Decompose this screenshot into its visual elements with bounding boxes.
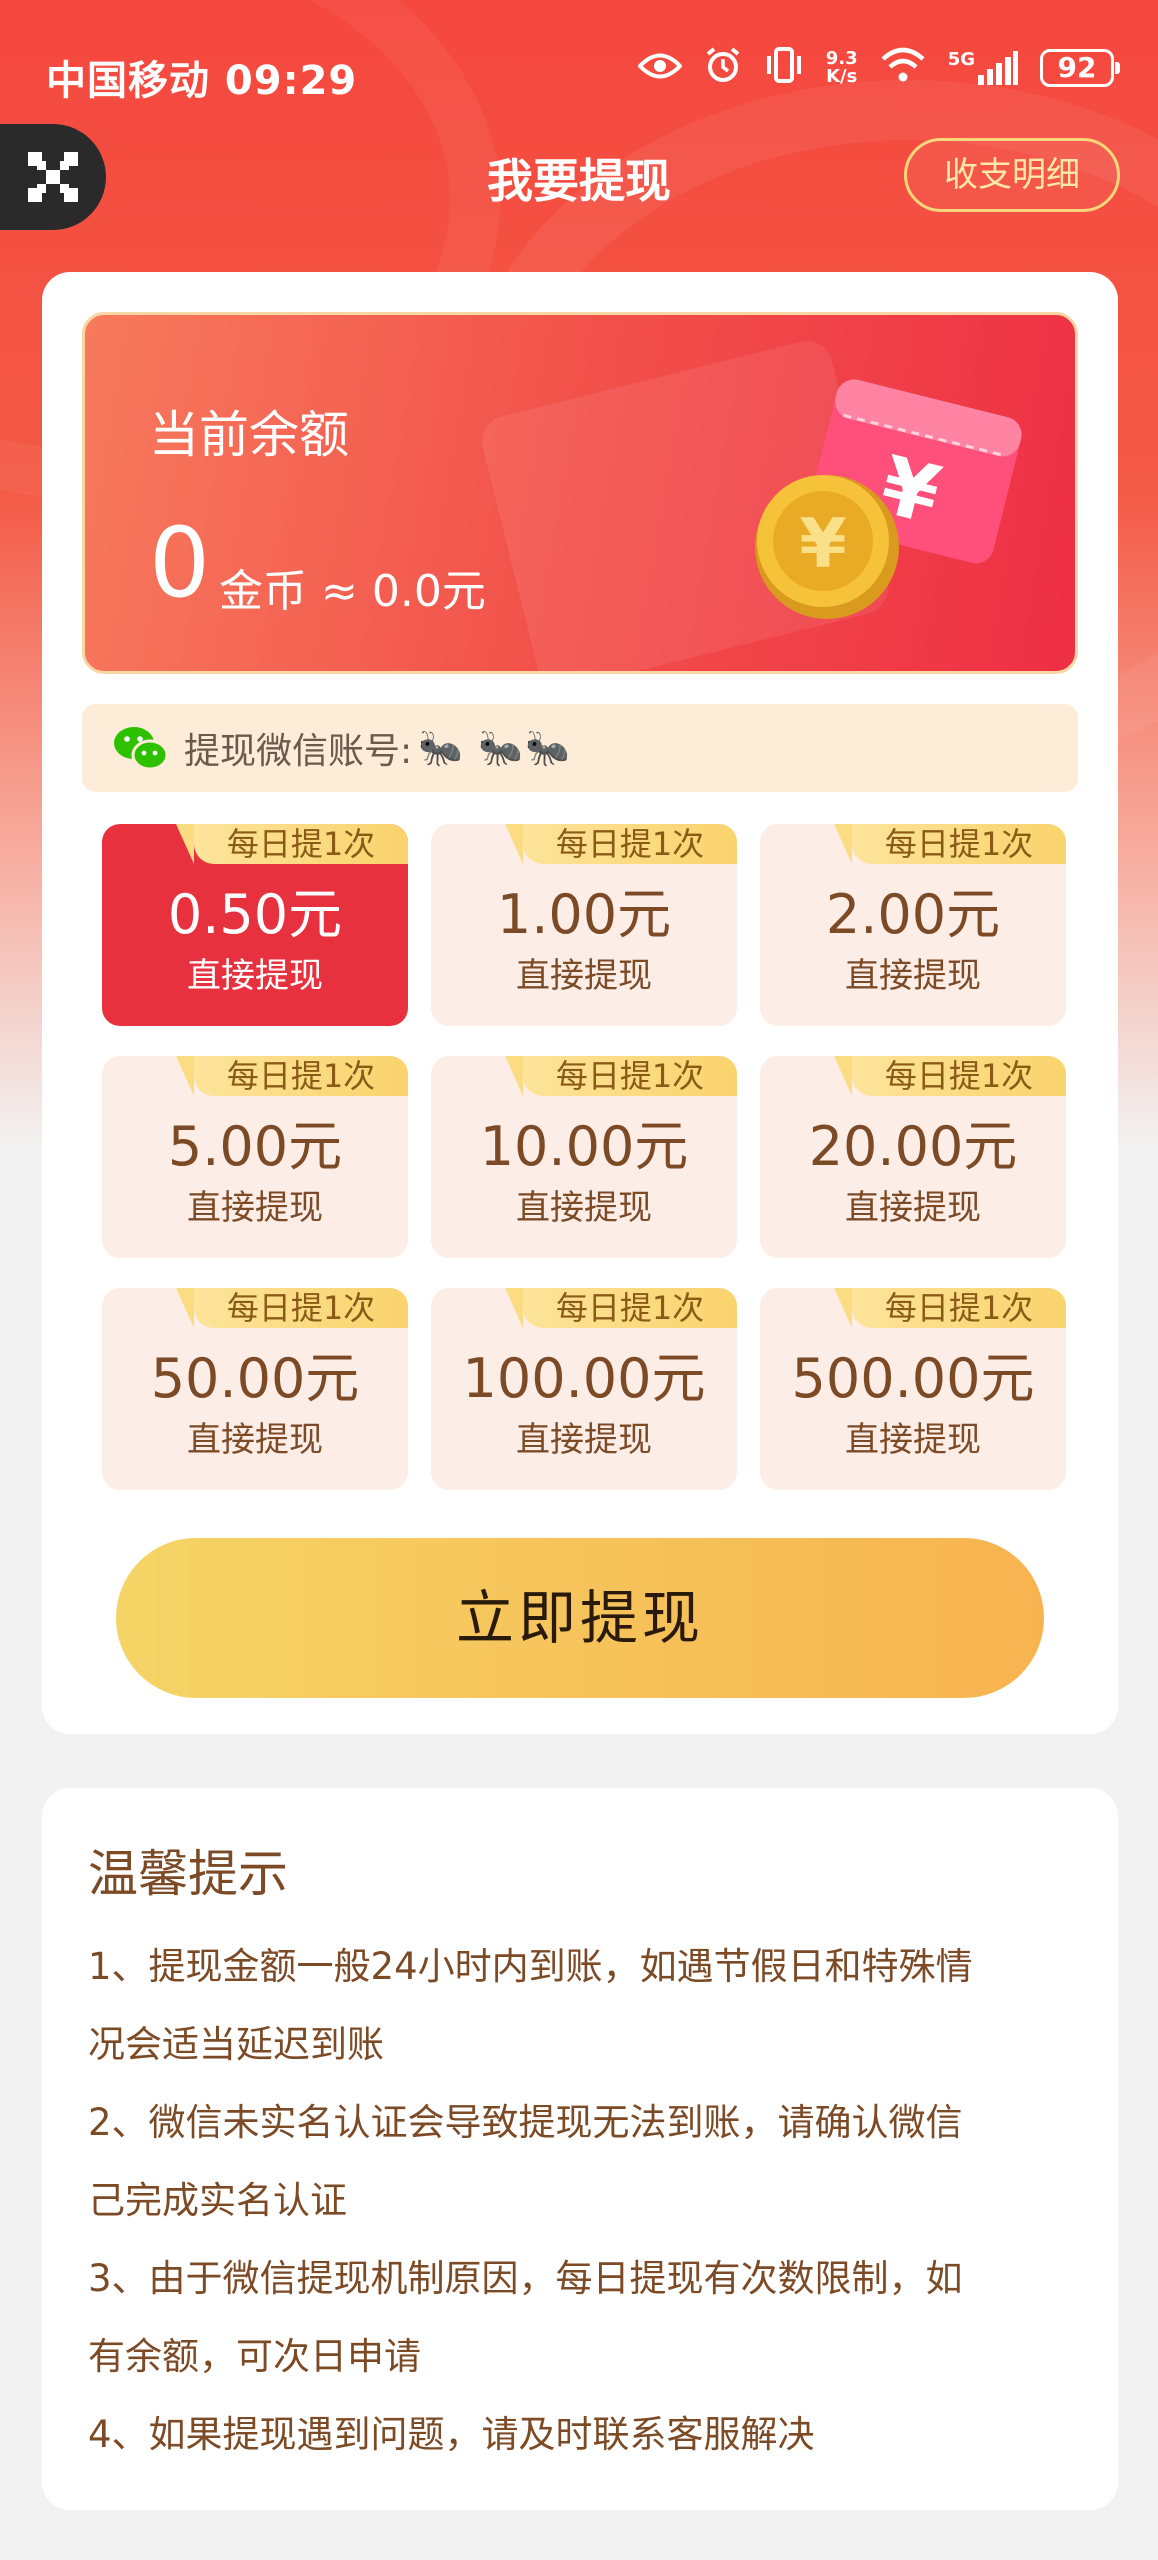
option-subtitle: 直接提现 <box>187 1188 323 1228</box>
tips-title: 温馨提示 <box>88 1845 288 1903</box>
daily-limit-tag: 每日提1次 <box>176 1288 408 1328</box>
daily-limit-tag: 每日提1次 <box>505 1288 737 1328</box>
amount-option[interactable]: 每日提1次 10.00元 直接提现 <box>431 1056 737 1258</box>
tips-card: 温馨提示 1、提现金额一般24小时内到账，如遇节假日和特殊情 况会适当延迟到账 … <box>42 1788 1118 2510</box>
wifi-icon <box>880 47 926 89</box>
balance-label: 当前余额 <box>149 406 349 464</box>
option-amount: 50.00元 <box>150 1347 360 1410</box>
daily-limit-tag: 每日提1次 <box>176 1056 408 1096</box>
option-subtitle: 直接提现 <box>845 956 981 996</box>
withdraw-now-button[interactable]: 立即提现 <box>116 1538 1044 1698</box>
option-amount: 1.00元 <box>496 883 672 946</box>
withdraw-card: 当前余额 0 金币 ≈ 0.0元 ¥ ¥ 提现微信账号: 🐜 🐜🐜 每日提1次 … <box>42 272 1118 1734</box>
daily-limit-tag: 每日提1次 <box>505 824 737 864</box>
wechat-account-label: 提现微信账号: <box>184 731 413 772</box>
amount-option[interactable]: 每日提1次 100.00元 直接提现 <box>431 1288 737 1490</box>
amount-option[interactable]: 每日提1次 0.50元 直接提现 <box>102 824 408 1026</box>
option-subtitle: 直接提现 <box>516 1420 652 1460</box>
balance-unit: 金币 ≈ 0.0元 <box>219 566 486 617</box>
option-subtitle: 直接提现 <box>516 956 652 996</box>
coin-ticket-illustration: ¥ ¥ <box>755 379 1022 619</box>
tip-line: 3、由于微信提现机制原因，每日提现有次数限制，如 <box>88 2257 963 2300</box>
amount-option[interactable]: 每日提1次 5.00元 直接提现 <box>102 1056 408 1258</box>
net-speed: 9.3 K/s <box>826 50 858 86</box>
amount-option[interactable]: 每日提1次 2.00元 直接提现 <box>760 824 1066 1026</box>
amount-option[interactable]: 每日提1次 20.00元 直接提现 <box>760 1056 1066 1258</box>
transaction-details-button[interactable]: 收支明细 <box>904 138 1120 212</box>
status-bar: 中国移动 09:29 9.3 K/s 5G 92 <box>0 0 1158 140</box>
wechat-account-name: 🐜 🐜🐜 <box>418 728 573 769</box>
daily-limit-tag: 每日提1次 <box>834 824 1066 864</box>
option-amount: 2.00元 <box>825 883 1001 946</box>
daily-limit-tag: 每日提1次 <box>834 1056 1066 1096</box>
alarm-icon <box>704 46 742 90</box>
daily-limit-tag: 每日提1次 <box>176 824 408 864</box>
tip-line: 况会适当延迟到账 <box>88 2023 384 2066</box>
vibrate-icon <box>764 46 804 90</box>
wechat-icon <box>114 727 169 771</box>
wechat-account-bar: 提现微信账号: 🐜 🐜🐜 <box>82 704 1078 792</box>
option-amount: 0.50元 <box>167 883 343 946</box>
svg-text:¥: ¥ <box>799 505 846 584</box>
option-amount: 20.00元 <box>808 1115 1018 1178</box>
tip-line: 4、如果提现遇到问题，请及时联系客服解决 <box>88 2413 815 2456</box>
option-amount: 5.00元 <box>167 1115 343 1178</box>
balance-panel: 当前余额 0 金币 ≈ 0.0元 ¥ ¥ <box>82 312 1078 674</box>
tip-line: 有余额，可次日申请 <box>88 2335 421 2378</box>
status-icons: 9.3 K/s 5G 92 <box>637 46 1120 90</box>
option-subtitle: 直接提现 <box>187 1420 323 1460</box>
tips-list: 1、提现金额一般24小时内到账，如遇节假日和特殊情 况会适当延迟到账 2、微信未… <box>88 1928 1088 2474</box>
option-amount: 500.00元 <box>791 1347 1035 1410</box>
daily-limit-tag: 每日提1次 <box>834 1288 1066 1328</box>
balance-amount: 0 <box>149 507 211 619</box>
amount-option[interactable]: 每日提1次 1.00元 直接提现 <box>431 824 737 1026</box>
network-type: 5G <box>947 49 975 70</box>
battery-icon: 92 <box>1040 49 1120 87</box>
option-subtitle: 直接提现 <box>516 1188 652 1228</box>
carrier-time: 中国移动 09:29 <box>46 58 358 104</box>
amount-options-grid: 每日提1次 0.50元 直接提现 每日提1次 1.00元 直接提现 每日提1次 … <box>102 824 1066 1490</box>
option-subtitle: 直接提现 <box>845 1420 981 1460</box>
amount-option[interactable]: 每日提1次 500.00元 直接提现 <box>760 1288 1066 1490</box>
option-amount: 10.00元 <box>479 1115 689 1178</box>
tip-line: 己完成实名认证 <box>88 2179 347 2222</box>
net-speed-unit: K/s <box>826 66 858 87</box>
option-subtitle: 直接提现 <box>187 956 323 996</box>
option-amount: 100.00元 <box>462 1347 706 1410</box>
option-subtitle: 直接提现 <box>845 1188 981 1228</box>
tip-line: 1、提现金额一般24小时内到账，如遇节假日和特殊情 <box>88 1945 973 1988</box>
eye-icon <box>637 49 683 87</box>
tip-line: 2、微信未实名认证会导致提现无法到账，请确认微信 <box>88 2101 963 2144</box>
amount-option[interactable]: 每日提1次 50.00元 直接提现 <box>102 1288 408 1490</box>
signal-icon: 5G <box>948 51 1018 85</box>
daily-limit-tag: 每日提1次 <box>505 1056 737 1096</box>
